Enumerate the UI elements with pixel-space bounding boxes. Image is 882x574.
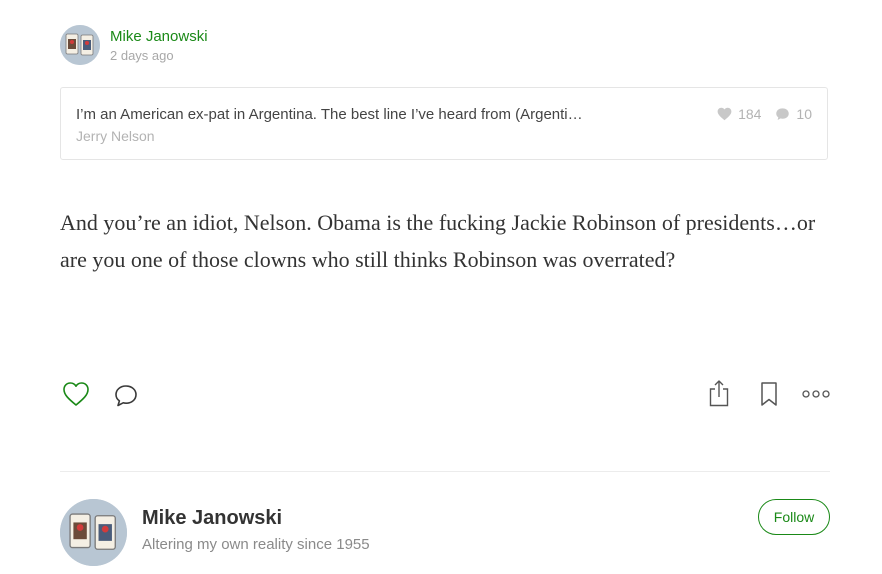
quoted-post-card[interactable]: I’m an American ex-pat in Argentina. The… (60, 87, 828, 160)
responses-stat: 10 (775, 106, 812, 122)
claps-stat: 184 (717, 106, 761, 122)
author-avatar[interactable] (60, 25, 100, 65)
share-button[interactable] (703, 376, 735, 410)
response-timestamp[interactable]: 2 days ago (110, 48, 174, 63)
claps-count: 184 (738, 106, 762, 122)
quoted-post-author: Jerry Nelson (76, 128, 155, 144)
quoted-post-stats: 184 10 (717, 106, 812, 122)
bookmark-button[interactable] (753, 378, 785, 410)
respond-button[interactable] (110, 380, 142, 412)
share-icon (709, 380, 729, 407)
speech-bubble-icon (115, 385, 137, 407)
responses-count: 10 (796, 106, 812, 122)
speech-bubble-icon (776, 108, 790, 120)
more-horizontal-icon (802, 390, 830, 398)
more-options-button[interactable] (799, 380, 833, 408)
author-bio-name[interactable]: Mike Janowski (142, 507, 282, 530)
response-author-name[interactable]: Mike Janowski (110, 28, 208, 45)
response-body: And you’re an idiot, Nelson. Obama is th… (60, 210, 816, 272)
heart-icon (717, 107, 732, 121)
quoted-post-snippet: I’m an American ex-pat in Argentina. The… (76, 106, 583, 123)
bookmark-icon (761, 382, 777, 406)
heart-outline-icon (63, 382, 89, 406)
follow-button[interactable]: Follow (758, 499, 830, 535)
author-bio-description: Altering my own reality since 1955 (142, 536, 370, 553)
section-divider (60, 471, 830, 472)
like-button[interactable] (60, 378, 92, 410)
author-bio-avatar[interactable] (60, 499, 127, 566)
